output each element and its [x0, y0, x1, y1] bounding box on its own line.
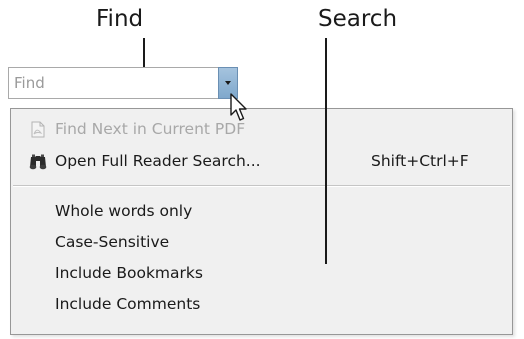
menu-option-label: Case-Sensitive	[55, 233, 170, 251]
menu-option-label: Include Bookmarks	[55, 264, 203, 282]
menu-option-label: Whole words only	[55, 202, 193, 220]
menu-option-case-sensitive[interactable]: Case-Sensitive	[11, 227, 512, 257]
find-input[interactable]	[9, 68, 217, 98]
menu-option-label: Include Comments	[55, 295, 201, 313]
pdf-document-icon	[31, 121, 45, 138]
find-options-menu: Find Next in Current PDF Open Full Reade…	[10, 108, 513, 335]
menu-item-shortcut: Shift+Ctrl+F	[371, 152, 469, 170]
menu-separator	[13, 185, 510, 187]
callout-search-label: Search	[318, 6, 398, 32]
callout-search-line	[325, 38, 327, 264]
chevron-down-icon	[225, 81, 231, 85]
menu-item-label: Open Full Reader Search...	[55, 152, 261, 170]
menu-option-whole-words[interactable]: Whole words only	[11, 196, 512, 226]
binoculars-icon	[29, 154, 47, 170]
menu-option-include-comments[interactable]: Include Comments	[11, 289, 512, 319]
mouse-pointer-icon	[230, 93, 247, 121]
menu-item-find-next[interactable]: Find Next in Current PDF	[11, 114, 512, 144]
menu-option-include-bookmarks[interactable]: Include Bookmarks	[11, 258, 512, 288]
menu-item-open-full-search[interactable]: Open Full Reader Search... Shift+Ctrl+F	[11, 146, 512, 176]
find-combobox[interactable]	[8, 67, 238, 99]
callout-find-label: Find	[96, 6, 144, 32]
menu-item-label: Find Next in Current PDF	[55, 120, 246, 138]
